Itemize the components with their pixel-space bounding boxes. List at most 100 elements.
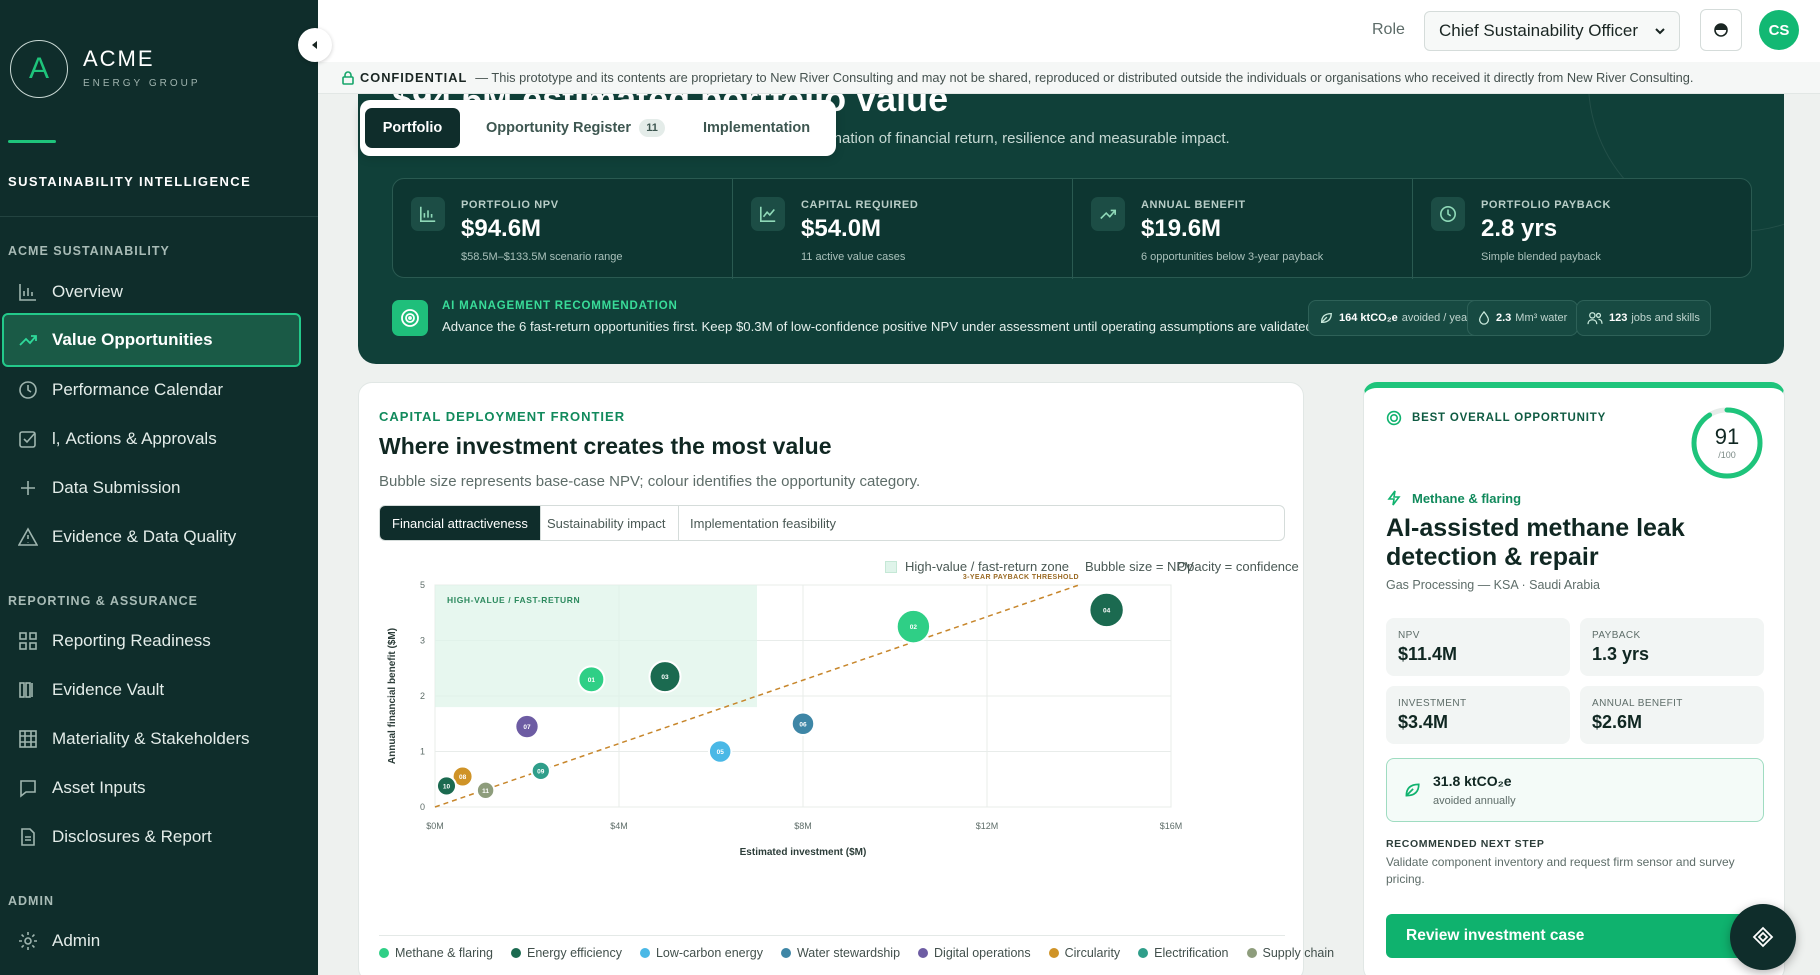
- next-step-heading: RECOMMENDED NEXT STEP: [1386, 838, 1545, 850]
- target-icon: [392, 300, 428, 336]
- best-opportunity-heading: BEST OVERALL OPPORTUNITY: [1386, 410, 1606, 426]
- threshold-label: 3-YEAR PAYBACK THRESHOLD: [963, 574, 1079, 581]
- sidebar-item-performance-calendar[interactable]: Performance Calendar: [0, 369, 318, 411]
- table-icon: [19, 730, 37, 748]
- sidebar-item-evidence-data-quality[interactable]: Evidence & Data Quality: [0, 516, 318, 558]
- sidebar-item-evidence-vault[interactable]: Evidence Vault: [0, 669, 318, 711]
- sidebar-item-actions-approvals[interactable]: Ɩ, Actions & Approvals: [0, 418, 318, 460]
- view-tabs: Portfolio Opportunity Register 11 Implem…: [360, 100, 836, 156]
- legend-label: Supply chain: [1262, 946, 1335, 960]
- theme-toggle-button[interactable]: [1700, 9, 1742, 51]
- sidebar-item-label: Reporting Readiness: [52, 631, 211, 650]
- metric-label: INVESTMENT: [1398, 698, 1467, 709]
- y-tick-label: 1: [420, 747, 425, 757]
- tab-implementation[interactable]: Implementation: [703, 108, 810, 148]
- tab-opportunity-register[interactable]: Opportunity Register 11: [486, 108, 666, 148]
- diamond-icon: [1752, 926, 1774, 948]
- pill-value: 123: [1609, 312, 1628, 324]
- line-chart-icon: [751, 197, 785, 231]
- score-denominator: /100: [1718, 450, 1736, 460]
- trending-up-icon: [19, 335, 37, 346]
- confidential-text: — This prototype and its contents are pr…: [475, 70, 1694, 85]
- y-tick-label: 3: [420, 636, 425, 646]
- role-select[interactable]: Chief Sustainability Officer: [1424, 11, 1680, 51]
- sidebar-item-data-submission[interactable]: Data Submission: [0, 467, 318, 509]
- legend-swatch: [639, 948, 650, 958]
- zone-label: HIGH-VALUE / FAST-RETURN: [447, 595, 580, 605]
- kpi-value: 2.8 yrs: [1481, 215, 1558, 242]
- assistant-fab-button[interactable]: [1730, 904, 1796, 970]
- tab-portfolio[interactable]: Portfolio: [365, 108, 460, 148]
- contrast-icon: [1714, 23, 1728, 37]
- score-ring: 91 /100: [1690, 406, 1764, 480]
- y-tick-label: 5: [420, 580, 425, 590]
- brand-name: ACME: [83, 46, 155, 71]
- legend-item: Low-carbon energy: [639, 946, 763, 960]
- brand-subtitle: ENERGY GROUP: [83, 78, 201, 89]
- co2-value: 31.8 ktCO₂e: [1433, 773, 1512, 789]
- columns-icon: [19, 682, 33, 698]
- best-kicker: BEST OVERALL OPPORTUNITY: [1412, 412, 1607, 424]
- kpi-label: PORTFOLIO NPV: [461, 199, 559, 211]
- sidebar: A ACME ENERGY GROUP SUSTAINABILITY INTEL…: [0, 0, 318, 975]
- score-value: 91: [1714, 424, 1740, 449]
- sidebar-item-disclosures-report[interactable]: Disclosures & Report: [0, 816, 318, 858]
- co2-sub: avoided annually: [1433, 795, 1516, 807]
- best-location: Gas Processing — KSA · Saudi Arabia: [1386, 578, 1600, 592]
- x-tick-label: $16M: [1160, 821, 1183, 831]
- legend-swatch: [780, 948, 791, 958]
- frontier-chart: $0M $4M $8M $12M $16M01235HIGH-VALUE / FAST-…: [387, 574, 1183, 858]
- message-icon: [20, 780, 36, 798]
- leaf-icon: [1405, 783, 1420, 797]
- bubble-label: 06: [799, 721, 807, 728]
- sidebar-collapse-button[interactable]: [298, 28, 332, 62]
- lock-icon: [342, 70, 354, 85]
- kpi-label: PORTFOLIO PAYBACK: [1481, 199, 1611, 211]
- best-title: AI-assisted methane leak detection & rep…: [1386, 514, 1685, 571]
- bubble-label: 07: [523, 724, 531, 731]
- legend-swatch: [1048, 948, 1059, 958]
- review-investment-button[interactable]: Review investment case: [1386, 914, 1764, 958]
- sidebar-item-prefix: Ɩ,: [52, 429, 61, 448]
- legend-swatch: [510, 948, 521, 958]
- main-content: $94.6M estimated portfolio value binatio…: [318, 0, 1820, 975]
- legend-item: Methane & flaring: [379, 946, 493, 960]
- sidebar-item-asset-inputs[interactable]: Asset Inputs: [0, 767, 318, 809]
- sidebar-item-admin[interactable]: Admin: [0, 920, 318, 962]
- top-bar: Role Chief Sustainability Officer CS: [318, 0, 1820, 62]
- metric-value: $2.6M: [1592, 712, 1643, 732]
- legend-item: Digital operations: [918, 946, 1031, 960]
- legend-item: Electrification: [1138, 946, 1229, 960]
- tab-label: Opportunity Register: [486, 120, 632, 136]
- chevron-down-icon: [1655, 28, 1665, 35]
- kpi-sub: $58.5M–$133.5M scenario range: [461, 251, 623, 263]
- kpi-sub: 6 opportunities below 3-year payback: [1141, 251, 1324, 263]
- sidebar-item-label: Value Opportunities: [52, 330, 213, 349]
- sidebar-item-label: Evidence & Data Quality: [52, 527, 237, 546]
- sidebar-item-label: Actions & Approvals: [65, 429, 217, 448]
- y-tick-label: 2: [420, 691, 425, 701]
- confidential-label: CONFIDENTIAL: [360, 70, 468, 85]
- sidebar-item-value-opportunities[interactable]: Value Opportunities: [2, 313, 301, 367]
- sidebar-item-overview[interactable]: Overview: [0, 271, 318, 313]
- impact-pill-water: 2.3 Mm³ water: [1467, 300, 1579, 336]
- kpi-sub: 11 active value cases: [801, 251, 906, 263]
- sidebar-item-label: Asset Inputs: [52, 778, 146, 797]
- user-avatar[interactable]: CS: [1759, 10, 1799, 50]
- sidebar-item-label: Performance Calendar: [52, 380, 224, 399]
- pill-value: 2.3: [1496, 312, 1512, 324]
- pill-label: Mm³ water: [1515, 312, 1568, 324]
- bubble-label: 10: [443, 783, 451, 790]
- legend-label: Low-carbon energy: [655, 946, 763, 960]
- brand-accent-bar: [8, 140, 56, 143]
- kpi-capital-required: CAPITAL REQUIRED $54.0M 11 active value …: [733, 179, 1073, 279]
- x-axis-label: Estimated investment ($M): [740, 847, 867, 858]
- metric-value: $3.4M: [1398, 712, 1449, 732]
- sidebar-item-materiality-stakeholders[interactable]: Materiality & Stakeholders: [0, 718, 318, 760]
- y-tick-label: 0: [420, 802, 425, 812]
- ai-recommendation-text: Advance the 6 fast-return opportunities …: [442, 319, 1317, 334]
- sidebar-item-reporting-readiness[interactable]: Reporting Readiness: [0, 620, 318, 662]
- target-icon: [1386, 410, 1402, 426]
- metric-npv: NPV $11.4M: [1386, 618, 1570, 676]
- kpi-portfolio-npv: PORTFOLIO NPV $94.6M $58.5M–$133.5M scen…: [393, 179, 733, 279]
